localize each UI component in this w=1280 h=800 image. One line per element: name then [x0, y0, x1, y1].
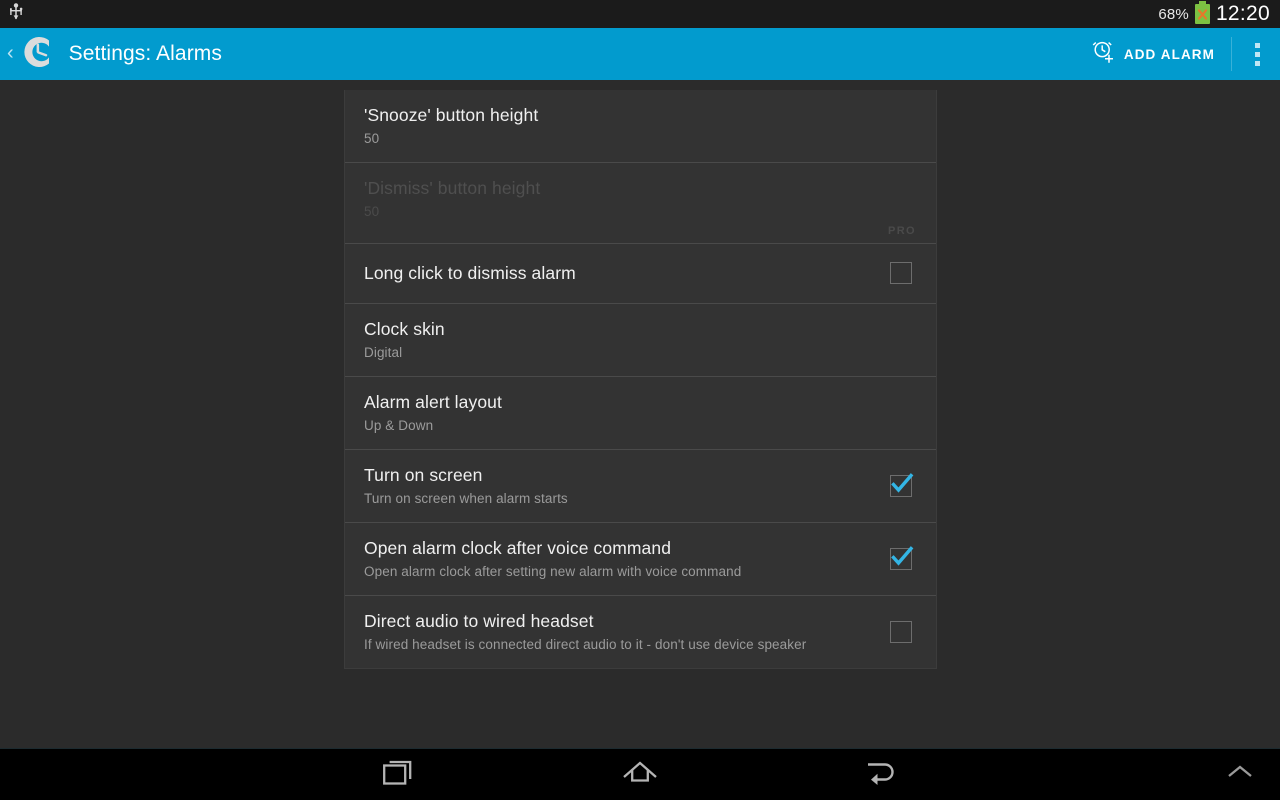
overflow-dot: [1254, 60, 1260, 66]
settings-list: 'Snooze' button height 50 'Dismiss' butt…: [344, 90, 937, 669]
home-button[interactable]: [560, 749, 720, 800]
battery-percent-label: 68%: [1158, 5, 1189, 23]
pref-text-group: Long click to dismiss alarm: [364, 262, 890, 285]
navigation-bar: [0, 748, 1280, 800]
status-bar: 68% 12:20: [0, 0, 1280, 28]
chevron-up-icon: [1225, 763, 1255, 786]
clock-app-logo-icon: [19, 33, 57, 76]
list-item[interactable]: Open alarm clock after voice command Ope…: [345, 521, 936, 595]
alarm-add-icon: [1090, 39, 1115, 69]
content-area: 'Snooze' button height 50 'Dismiss' butt…: [0, 80, 1280, 748]
pref-text-group: 'Dismiss' button height 50: [364, 177, 916, 221]
checkbox-unchecked[interactable]: [890, 620, 912, 643]
action-bar: ‹ Settings: Alarms ADD ALARM: [0, 28, 1280, 80]
list-item[interactable]: Direct audio to wired headset If wired h…: [345, 594, 936, 668]
usb-icon: [8, 2, 24, 26]
back-chevron-icon[interactable]: ‹: [4, 43, 17, 65]
overflow-menu-icon[interactable]: [1234, 28, 1280, 80]
pref-summary: If wired headset is connected direct aud…: [364, 636, 807, 652]
back-button[interactable]: [800, 749, 960, 800]
pref-text-group: Turn on screen Turn on screen when alarm…: [364, 464, 890, 508]
pref-summary: 50: [364, 130, 380, 146]
pref-text-group: Alarm alert layout Up & Down: [364, 391, 916, 435]
pref-summary: Open alarm clock after setting new alarm…: [364, 563, 742, 579]
pref-title: Clock skin: [364, 318, 445, 339]
list-item: 'Dismiss' button height 50 PRO: [345, 161, 936, 243]
pref-title: Open alarm clock after voice command: [364, 537, 672, 558]
add-alarm-label: ADD ALARM: [1123, 46, 1215, 62]
status-bar-clock: 12:20: [1215, 2, 1270, 25]
overflow-dot: [1254, 51, 1260, 57]
pref-text-group: 'Snooze' button height 50: [364, 104, 916, 148]
pref-summary: Digital: [364, 344, 403, 360]
pro-badge: PRO: [887, 224, 916, 237]
status-bar-right-icons: 68% 12:20: [1158, 1, 1270, 25]
pref-summary: Turn on screen when alarm starts: [364, 490, 568, 506]
pref-summary: Up & Down: [364, 417, 434, 433]
recents-button[interactable]: [320, 749, 480, 800]
pref-title: 'Dismiss' button height: [364, 177, 541, 198]
checkbox-checked[interactable]: [890, 545, 914, 570]
pref-title: Long click to dismiss alarm: [364, 263, 576, 284]
checkbox-unchecked[interactable]: [890, 262, 912, 285]
pref-title: 'Snooze' button height: [364, 105, 539, 125]
device-screen: 68% 12:20 ‹ Settings: Alarms ADD ALARM '…: [0, 0, 1280, 800]
pref-summary: 50: [364, 203, 380, 219]
pref-title: Alarm alert layout: [364, 391, 502, 412]
list-item[interactable]: Clock skin Digital: [345, 302, 936, 376]
expand-button[interactable]: [1200, 749, 1280, 800]
action-bar-divider: [1231, 37, 1232, 71]
pref-title: Direct audio to wired headset: [364, 610, 594, 631]
list-item[interactable]: Long click to dismiss alarm: [345, 242, 936, 303]
battery-unknown-icon: [1194, 1, 1210, 24]
add-alarm-button[interactable]: ADD ALARM: [1078, 28, 1229, 80]
overflow-dot: [1254, 42, 1260, 48]
recents-icon: [383, 757, 417, 792]
pref-title: Turn on screen: [364, 464, 483, 485]
pref-text-group: Clock skin Digital: [364, 318, 916, 362]
pref-text-group: Open alarm clock after voice command Ope…: [364, 537, 890, 581]
page-title: Settings: Alarms: [68, 42, 222, 65]
back-icon: [863, 758, 897, 791]
list-item[interactable]: 'Snooze' button height 50: [345, 90, 936, 162]
list-item[interactable]: Alarm alert layout Up & Down: [345, 375, 936, 449]
pref-text-group: Direct audio to wired headset If wired h…: [364, 610, 890, 654]
checkbox-checked[interactable]: [890, 472, 914, 497]
list-item[interactable]: Turn on screen Turn on screen when alarm…: [345, 448, 936, 522]
status-bar-left-icons: [8, 2, 24, 26]
home-icon: [621, 758, 659, 791]
